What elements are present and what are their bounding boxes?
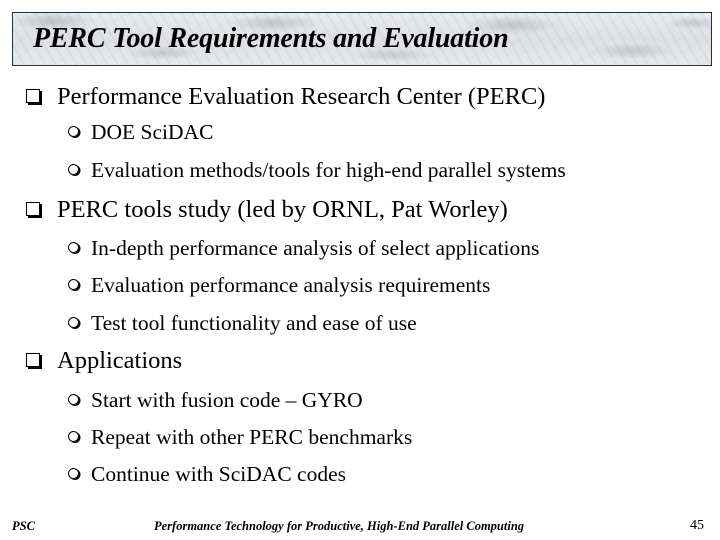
- shadowed-circle-bullet-icon: [68, 279, 79, 290]
- bullet-main-2: PERC tools study (led by ORNL, Pat Worle…: [26, 195, 508, 225]
- footer-subtitle: Performance Technology for Productive, H…: [154, 519, 525, 533]
- bullet-sub-3-1-text: Start with fusion code – GYRO: [91, 388, 363, 412]
- bullet-sub-3-2-text: Repeat with other PERC benchmarks: [91, 425, 413, 449]
- bullet-sub-2-1: In-depth performance analysis of select …: [68, 235, 539, 261]
- bullet-sub-3-3: Continue with SciDAC codes: [68, 461, 346, 487]
- bullet-sub-2-3: Test tool functionality and ease of use: [68, 310, 417, 336]
- bullet-sub-1-1-text: DOE SciDAC: [91, 120, 214, 144]
- bullet-sub-3-2: Repeat with other PERC benchmarks: [68, 424, 412, 450]
- shadowed-circle-bullet-icon: [68, 242, 79, 253]
- bullet-sub-2-2: Evaluation performance analysis requirem…: [68, 272, 490, 298]
- bullet-sub-3-3-text: Continue with SciDAC codes: [91, 462, 346, 486]
- shadowed-circle-bullet-icon: [68, 126, 79, 137]
- bullet-sub-1-2-text: Evaluation methods/tools for high-end pa…: [91, 158, 566, 182]
- bullet-sub-2-2-text: Evaluation performance analysis requirem…: [91, 273, 491, 297]
- bullet-sub-1-1: DOE SciDAC: [68, 119, 213, 145]
- bullet-main-1: Performance Evaluation Research Center (…: [26, 82, 545, 112]
- bullet-main-3: Applications: [26, 346, 182, 376]
- slide-title: PERC Tool Requirements and Evaluation: [33, 23, 509, 54]
- shadowed-circle-bullet-icon: [68, 317, 79, 328]
- shadowed-circle-bullet-icon: [68, 468, 79, 479]
- shadowed-circle-bullet-icon: [68, 431, 79, 442]
- shadowed-circle-bullet-icon: [68, 394, 79, 405]
- title-banner: PERC Tool Requirements and Evaluation: [12, 12, 712, 66]
- page-number: 45: [690, 518, 704, 533]
- bullet-sub-3-1: Start with fusion code – GYRO: [68, 387, 363, 413]
- bullet-sub-1-2: Evaluation methods/tools for high-end pa…: [68, 157, 566, 183]
- bullet-main-1-text: Performance Evaluation Research Center (…: [57, 83, 546, 110]
- shadowed-box-bullet-icon: [26, 202, 40, 216]
- bullet-main-2-text: PERC tools study (led by ORNL, Pat Worle…: [57, 196, 508, 223]
- shadowed-box-bullet-icon: [26, 353, 40, 367]
- bullet-sub-2-3-text: Test tool functionality and ease of use: [91, 311, 417, 335]
- shadowed-box-bullet-icon: [26, 89, 40, 103]
- footer-org: PSC: [12, 519, 35, 533]
- shadowed-circle-bullet-icon: [68, 164, 79, 175]
- bullet-main-3-text: Applications: [57, 347, 183, 374]
- bullet-sub-2-1-text: In-depth performance analysis of select …: [91, 236, 540, 260]
